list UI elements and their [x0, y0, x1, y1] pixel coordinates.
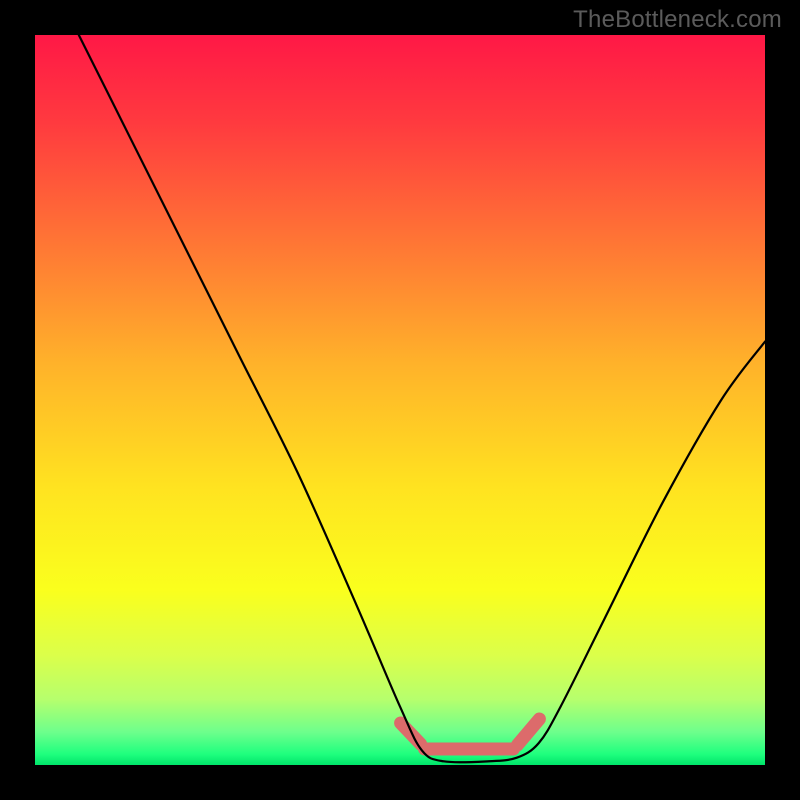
watermark-text: TheBottleneck.com: [573, 6, 782, 34]
chart-frame: TheBottleneck.com: [0, 0, 800, 800]
plot-area: [35, 35, 765, 765]
bottleneck-chart: [0, 0, 800, 800]
